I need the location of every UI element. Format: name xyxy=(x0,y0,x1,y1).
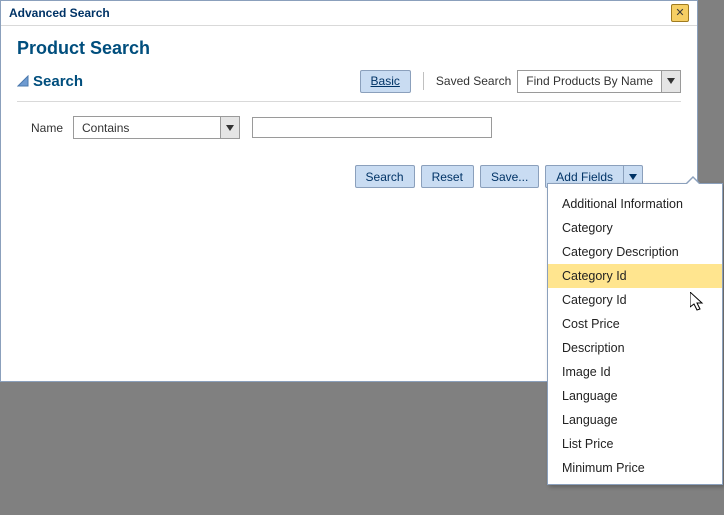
chevron-down-icon xyxy=(220,117,239,138)
save-button[interactable]: Save... xyxy=(480,165,539,188)
panel-title: Advanced Search xyxy=(9,6,110,20)
add-fields-menu-item[interactable]: Cost Price xyxy=(548,312,722,336)
saved-search-value: Find Products By Name xyxy=(518,71,661,92)
criteria-field-label: Name xyxy=(31,121,63,135)
add-fields-menu-item[interactable]: Category xyxy=(548,216,722,240)
reset-button[interactable]: Reset xyxy=(421,165,474,188)
chevron-down-icon xyxy=(661,71,680,92)
search-toolbar: Search Basic Saved Search Find Products … xyxy=(17,67,681,102)
search-button[interactable]: Search xyxy=(355,165,415,188)
basic-mode-button[interactable]: Basic xyxy=(360,70,411,93)
close-button[interactable]: ✕ xyxy=(671,4,689,22)
operator-value: Contains xyxy=(74,117,220,138)
saved-search-label: Saved Search xyxy=(436,74,511,88)
close-icon: ✕ xyxy=(675,8,684,19)
add-fields-menu-item[interactable]: Category Id xyxy=(548,264,722,288)
disclosure-icon[interactable] xyxy=(17,75,29,87)
panel-header: Advanced Search ✕ xyxy=(1,1,697,26)
operator-select[interactable]: Contains xyxy=(73,116,240,139)
add-fields-menu-item[interactable]: Description xyxy=(548,336,722,360)
add-fields-menu-item[interactable]: Language xyxy=(548,384,722,408)
criteria-row: Name Contains xyxy=(17,102,681,139)
add-fields-menu-item[interactable]: Language xyxy=(548,408,722,432)
saved-search-select[interactable]: Find Products By Name xyxy=(517,70,681,93)
search-section-label: Search xyxy=(33,73,83,90)
add-fields-menu-item[interactable]: Category Description xyxy=(548,240,722,264)
separator xyxy=(423,72,424,90)
add-fields-menu-item[interactable]: Minimum Price xyxy=(548,456,722,480)
add-fields-menu-item[interactable]: List Price xyxy=(548,432,722,456)
add-fields-menu-item[interactable]: Category Id xyxy=(548,288,722,312)
add-fields-menu: Additional InformationCategoryCategory D… xyxy=(547,183,723,485)
add-fields-menu-item[interactable]: Additional Information xyxy=(548,192,722,216)
action-row: Search Reset Save... Add Fields xyxy=(17,139,681,188)
criteria-value-input[interactable] xyxy=(252,117,492,138)
add-fields-menu-item[interactable]: Image Id xyxy=(548,360,722,384)
page-heading: Product Search xyxy=(17,38,681,59)
